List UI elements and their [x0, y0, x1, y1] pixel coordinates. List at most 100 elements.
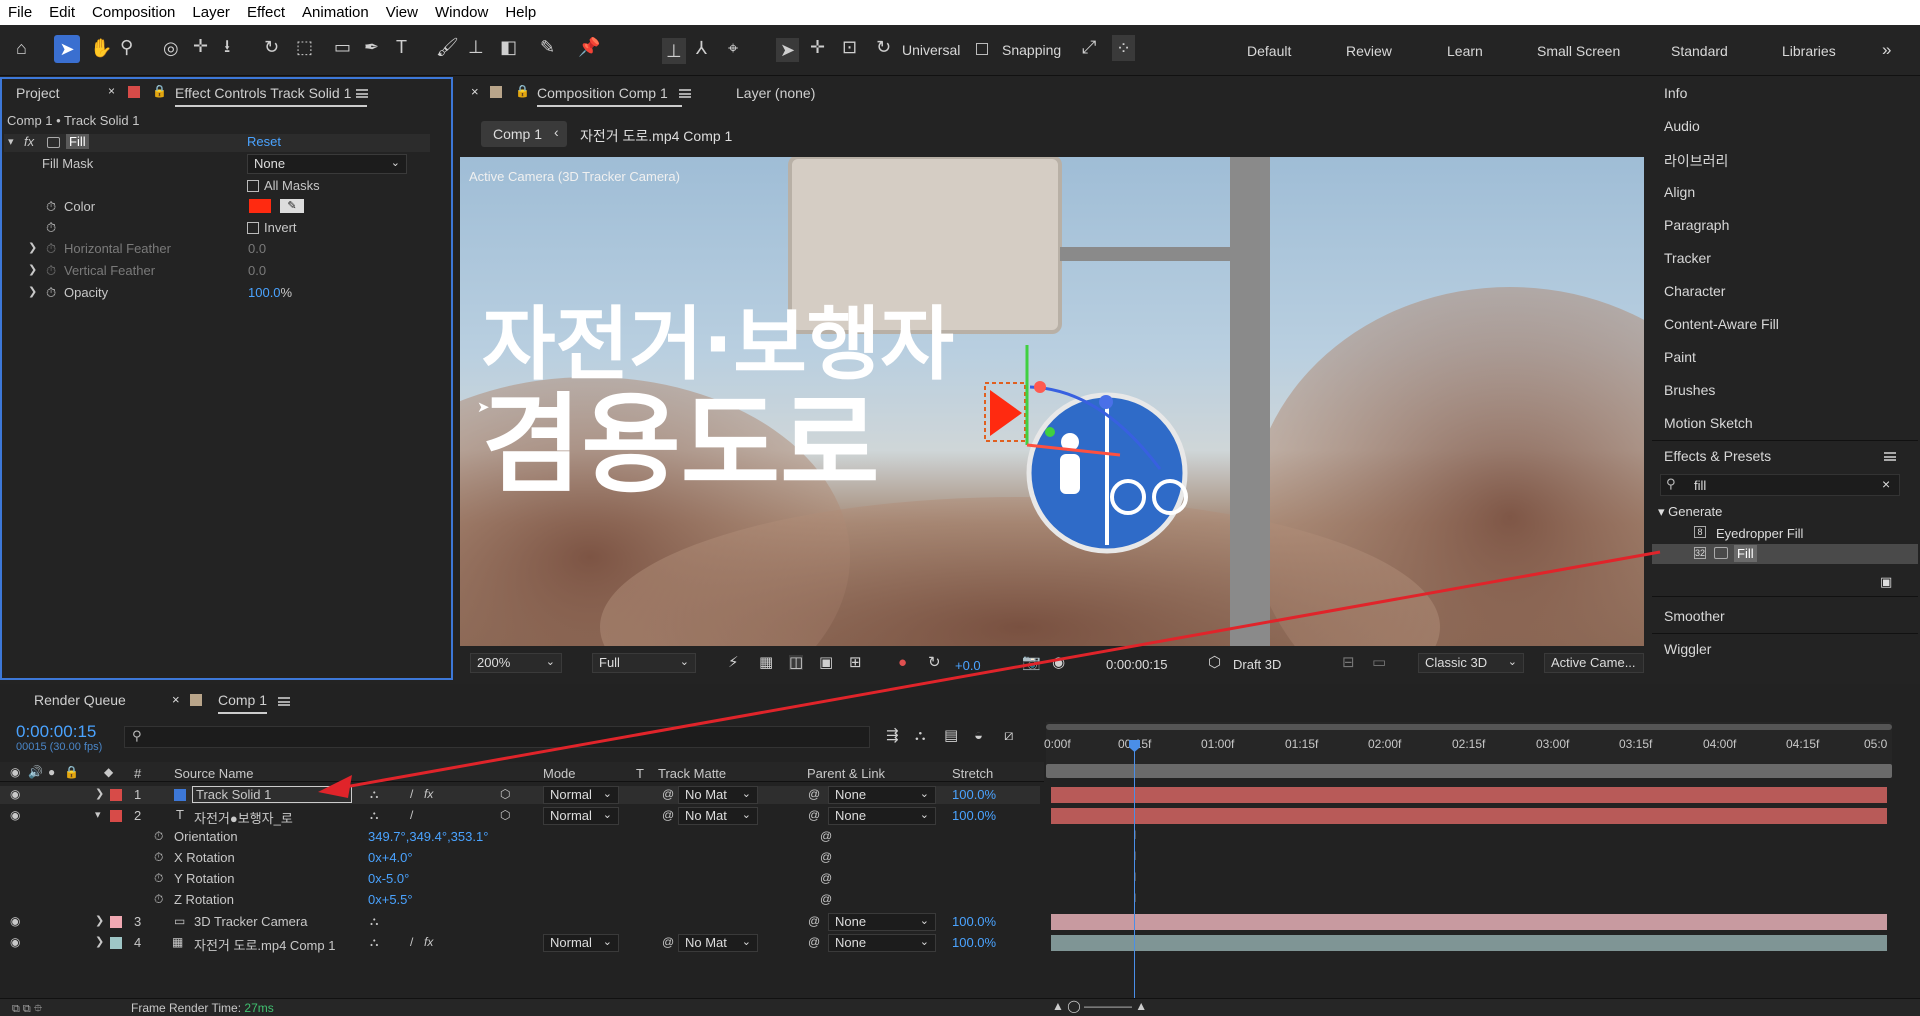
eye-icon[interactable]: ◉ — [10, 765, 20, 779]
show-snapshot-icon[interactable]: ◉ — [1052, 655, 1065, 670]
twirl-closed-icon[interactable]: ❯ — [28, 285, 37, 298]
snapping-checkbox[interactable] — [976, 43, 988, 55]
lock-icon[interactable]: 🔒 — [515, 84, 530, 98]
effect-name[interactable]: Fill — [66, 134, 89, 149]
rotation-handle[interactable] — [1045, 427, 1055, 437]
header-source-name[interactable]: Source Name — [174, 766, 253, 781]
menu-edit[interactable]: Edit — [41, 4, 84, 21]
exposure-value[interactable]: +0.0 — [955, 658, 981, 673]
expression-pickwhip-icon[interactable]: @ — [820, 829, 832, 843]
expression-pickwhip-icon[interactable]: @ — [820, 850, 832, 864]
tab-comp1[interactable]: Comp 1 — [218, 692, 268, 714]
all-masks-checkbox[interactable]: All Masks — [247, 178, 320, 193]
mode-dropdown[interactable]: Normal ⌄ — [543, 934, 619, 952]
lock-icon[interactable]: 🔒 — [64, 765, 79, 779]
tab-project[interactable]: Project — [16, 85, 60, 101]
eraser-tool-icon[interactable]: ◧ — [500, 38, 517, 56]
twirl-closed-icon[interactable]: ❯ — [95, 914, 104, 927]
effect-eyedropper-fill[interactable]: Eyedropper Fill — [1716, 526, 1803, 541]
view-axis-icon[interactable]: ⌖ — [728, 39, 738, 57]
stretch-value[interactable]: 100.0% — [952, 808, 996, 823]
twirl-closed-icon[interactable]: ❯ — [95, 935, 104, 948]
quality-switch-icon[interactable]: / — [410, 935, 413, 949]
eye-icon[interactable]: ◉ — [10, 935, 20, 949]
panel-menu-icon[interactable] — [679, 89, 691, 98]
panel-wiggler[interactable]: Wiggler — [1664, 641, 1711, 657]
menu-composition[interactable]: Composition — [84, 4, 184, 21]
panel-tracker[interactable]: Tracker — [1664, 250, 1711, 266]
matte-link-icon[interactable]: @ — [662, 808, 674, 822]
fx-switch-icon[interactable]: fx — [424, 935, 433, 949]
property-value[interactable]: 349.7°,349.4°,353.1° — [368, 829, 488, 844]
audio-icon[interactable]: 🔊 — [28, 765, 43, 779]
panel-paragraph[interactable]: Paragraph — [1664, 217, 1729, 233]
work-area-bar[interactable] — [1046, 724, 1892, 730]
comp-breadcrumb-child[interactable]: 자전거 도로.mp4 Comp 1 — [580, 126, 732, 146]
mode-dropdown[interactable]: Normal ⌄ — [543, 807, 619, 825]
3d-switch-icon[interactable]: ⬡ — [500, 787, 510, 801]
parent-dropdown[interactable]: None ⌄ — [828, 913, 936, 931]
track-matte-dropdown[interactable]: No Mat ⌄ — [678, 786, 758, 804]
hand-tool-icon[interactable]: ✋ — [90, 39, 112, 57]
solo-icon[interactable]: ● — [48, 765, 55, 779]
pan-camera-icon[interactable]: ✛ — [193, 37, 208, 55]
zoom-tool-icon[interactable]: ⚲ — [120, 38, 133, 56]
twirl-open-icon[interactable]: ▾ — [95, 808, 101, 821]
comp-flowchart-icon[interactable]: ⇶ — [886, 728, 899, 743]
menu-layer[interactable]: Layer — [184, 4, 239, 21]
snap-options-icon[interactable]: ⤢ — [1082, 38, 1096, 56]
dolly-camera-icon[interactable]: ⭳ — [224, 37, 230, 55]
stopwatch-icon[interactable]: ⏱ — [46, 285, 56, 301]
view-dropdown[interactable]: Active Came... — [1544, 653, 1644, 673]
layer-bar-2[interactable] — [1051, 808, 1887, 824]
track-matte-dropdown[interactable]: No Mat ⌄ — [678, 807, 758, 825]
property-y-rotation[interactable]: ⏱ Y Rotation 0x-5.0° @ — [0, 870, 1040, 888]
rotation-handle[interactable] — [1099, 395, 1113, 409]
property-value[interactable]: 0x+4.0° — [368, 850, 413, 865]
panel-audio[interactable]: Audio — [1664, 118, 1700, 134]
workspace-small-screen[interactable]: Small Screen — [1537, 43, 1620, 59]
panel-smoother[interactable]: Smoother — [1664, 608, 1725, 624]
layer-label-color[interactable] — [110, 916, 122, 928]
vertical-feather-value[interactable]: 0.0 — [248, 263, 266, 278]
orbit-camera-icon[interactable]: ◎ — [163, 39, 179, 57]
more-workspaces-icon[interactable]: » — [1882, 40, 1891, 60]
menu-animation[interactable]: Animation — [294, 4, 378, 21]
horizontal-feather-value[interactable]: 0.0 — [248, 241, 266, 256]
mask-visibility-icon[interactable]: ▣ — [819, 655, 833, 670]
layer-label-color[interactable] — [110, 789, 122, 801]
close-tab-icon[interactable]: × — [108, 84, 115, 98]
fast-preview-icon[interactable]: ⚡ — [728, 655, 739, 670]
transparency-grid-icon[interactable]: ▦ — [759, 655, 773, 670]
stopwatch-icon[interactable]: ⏱ — [154, 892, 163, 907]
zoom-out-icon[interactable]: ▲ ◯ ———— ▲ — [1052, 999, 1147, 1013]
pickwhip-icon[interactable]: @ — [808, 935, 820, 949]
clear-search-icon[interactable]: × — [1882, 476, 1890, 492]
property-x-rotation[interactable]: ⏱ X Rotation 0x+4.0° @ — [0, 849, 1040, 867]
invert-checkbox[interactable]: Invert — [247, 220, 297, 235]
eye-icon[interactable]: ◉ — [10, 914, 20, 928]
layer-name[interactable]: 자전거 도로.mp4 Comp 1 — [194, 935, 335, 954]
rotate-3d-icon[interactable]: ↻ — [876, 38, 891, 56]
tab-composition[interactable]: Composition Comp 1 — [537, 85, 682, 107]
roto-brush-icon[interactable]: ✎ — [540, 38, 555, 56]
layer-search-input[interactable] — [124, 726, 870, 748]
layer-row-1[interactable]: ◉ ❯ 1 Track Solid 1 ⛬ / fx ⬡ Normal ⌄ @ N… — [0, 786, 1040, 804]
twirl-closed-icon[interactable]: ❯ — [28, 241, 37, 254]
home-icon[interactable]: ⌂ — [16, 39, 27, 57]
stretch-value[interactable]: 100.0% — [952, 914, 996, 929]
menu-file[interactable]: File — [0, 4, 41, 21]
expression-pickwhip-icon[interactable]: @ — [820, 892, 832, 906]
fx-toggle[interactable]: fx — [24, 134, 34, 149]
expression-pickwhip-icon[interactable]: @ — [820, 871, 832, 885]
property-value[interactable]: 0x-5.0° — [368, 871, 409, 886]
fx-switch-icon[interactable]: fx — [424, 787, 433, 801]
stopwatch-icon[interactable]: ⏱ — [46, 199, 56, 215]
rotation-tool-icon[interactable]: ↻ — [264, 38, 279, 56]
stopwatch-icon[interactable]: ⏱ — [154, 850, 163, 865]
layer-row-3[interactable]: ◉ ❯ 3 ▭ 3D Tracker Camera ⛬ @ None ⌄ 100.… — [0, 913, 1040, 931]
effects-presets-title[interactable]: Effects & Presets — [1664, 448, 1771, 464]
zoom-dropdown[interactable]: 200% ⌄ — [470, 653, 562, 673]
shy-switch-icon[interactable]: ⛬ — [370, 808, 378, 823]
layer-bar-4[interactable] — [1051, 935, 1887, 951]
